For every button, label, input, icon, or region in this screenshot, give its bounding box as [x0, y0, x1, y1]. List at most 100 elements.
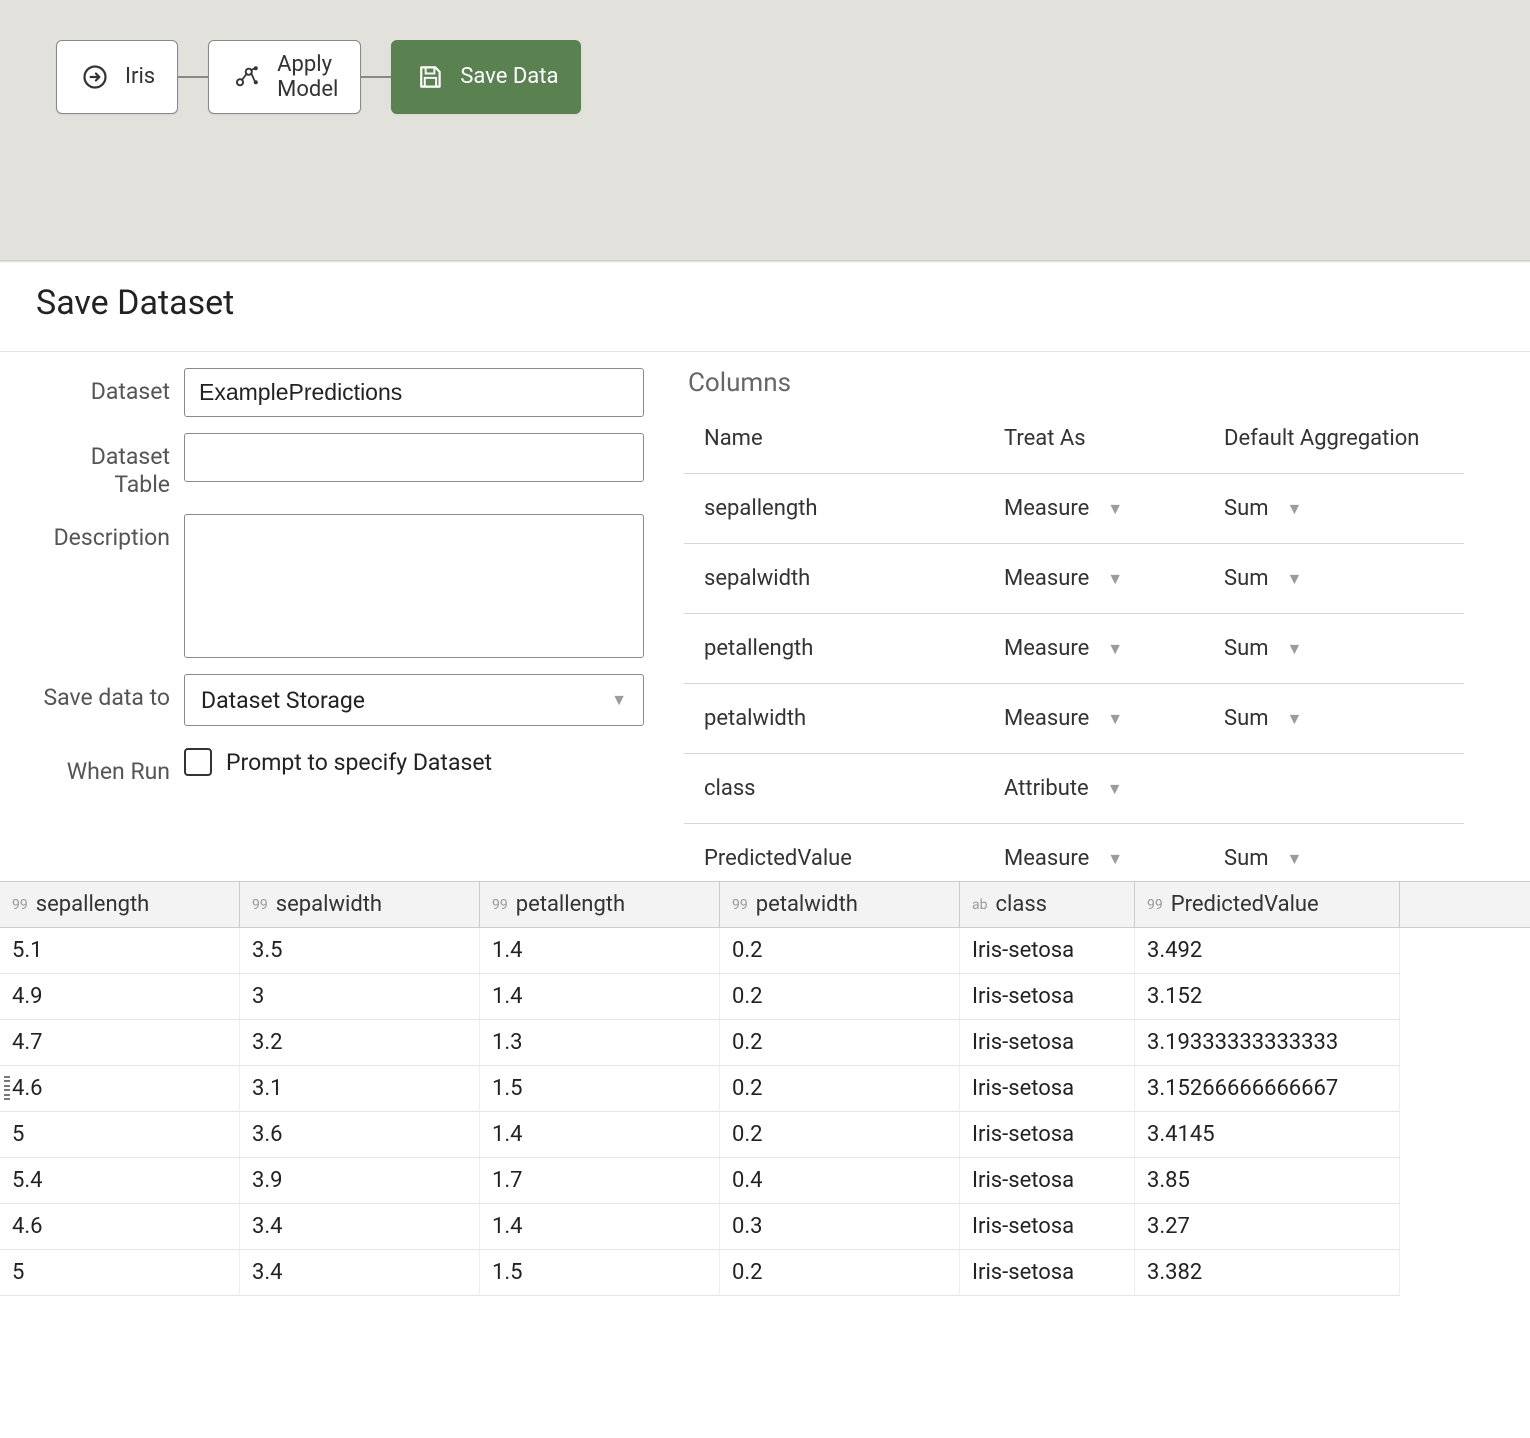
node-label: Iris	[125, 64, 155, 89]
column-treat-as-value: Measure	[1004, 566, 1089, 591]
grid-row: 4.63.41.40.3Iris-setosa3.27	[0, 1204, 1530, 1250]
grid-cell: 3.4145	[1135, 1112, 1400, 1158]
description-input[interactable]	[184, 514, 644, 658]
grid-cell: 1.4	[480, 928, 720, 974]
grid-header-name: petalwidth	[756, 892, 858, 917]
column-agg-select[interactable]: Sum▼	[1224, 846, 1484, 871]
prompt-checkbox[interactable]	[184, 748, 212, 776]
grid-cell: 4.6	[0, 1066, 240, 1112]
column-type-badge: 99	[252, 897, 268, 913]
dataset-label: Dataset	[14, 368, 170, 406]
column-type-badge: 99	[1147, 897, 1163, 913]
column-treat-as-select[interactable]: Measure ▼	[1004, 496, 1224, 521]
chevron-down-icon: ▼	[1286, 569, 1302, 589]
chevron-down-icon: ▼	[1107, 569, 1123, 589]
pipeline-node-save-data[interactable]: Save Data	[391, 40, 581, 114]
column-treat-as-value: Measure	[1004, 846, 1089, 871]
dataset-input[interactable]	[184, 368, 644, 417]
chevron-down-icon: ▼	[611, 690, 627, 710]
columns-section-title: Columns	[688, 368, 1530, 398]
graph-icon	[231, 61, 263, 93]
chevron-down-icon: ▼	[1107, 499, 1123, 519]
grid-row: 5.43.91.70.4Iris-setosa3.85	[0, 1158, 1530, 1204]
grid-cell: 1.4	[480, 1204, 720, 1250]
grid-cell: 3.2	[240, 1020, 480, 1066]
column-name: sepallength	[704, 496, 1004, 521]
grid-row: 53.61.40.2Iris-setosa3.4145	[0, 1112, 1530, 1158]
grid-cell: 0.2	[720, 1020, 960, 1066]
node-label: Apply Model	[277, 52, 338, 103]
column-agg-value: Sum	[1224, 636, 1268, 661]
grid-cell: 5.4	[0, 1158, 240, 1204]
panel-drag-handle[interactable]	[4, 1076, 10, 1100]
grid-cell: 1.5	[480, 1066, 720, 1112]
column-treat-as-value: Measure	[1004, 706, 1089, 731]
grid-cell: 0.4	[720, 1158, 960, 1204]
grid-cell: 0.2	[720, 974, 960, 1020]
column-treat-as-value: Measure	[1004, 496, 1089, 521]
column-config-row: sepalwidth Measure ▼ Sum ▼	[684, 543, 1464, 613]
grid-cell: 1.4	[480, 1112, 720, 1158]
data-preview-grid: 99sepallength99sepalwidth99petallength99…	[0, 881, 1530, 1296]
grid-header-cell[interactable]: 99PredictedValue	[1135, 882, 1400, 927]
grid-cell: 1.4	[480, 974, 720, 1020]
save-to-select[interactable]: Dataset Storage ▼	[184, 674, 644, 726]
pipeline-link	[361, 76, 391, 78]
grid-header-cell[interactable]: 99sepalwidth	[240, 882, 480, 927]
column-agg-select[interactable]: Sum ▼	[1224, 636, 1484, 661]
pipeline-canvas[interactable]: Iris Apply Model Save Data	[0, 0, 1530, 260]
grid-cell: 3.4	[240, 1204, 480, 1250]
column-agg-select[interactable]: Sum▼	[1224, 496, 1484, 521]
grid-cell: 1.5	[480, 1250, 720, 1296]
column-config-row: petallength Measure ▼ Sum ▼	[684, 613, 1464, 683]
column-treat-as-select[interactable]: Measure▼	[1004, 706, 1224, 731]
pipeline-node-apply-model[interactable]: Apply Model	[208, 40, 361, 114]
grid-header-name: petallength	[516, 892, 625, 917]
columns-header-agg: Default Aggregation	[1224, 426, 1484, 451]
column-type-badge: 99	[12, 897, 28, 913]
column-config-row: class Attribute▼	[684, 753, 1464, 823]
column-name: petalwidth	[704, 706, 1004, 731]
grid-cell: 5.1	[0, 928, 240, 974]
save-to-label: Save data to	[14, 674, 170, 712]
grid-cell: 5	[0, 1250, 240, 1296]
grid-cell: Iris-setosa	[960, 1020, 1135, 1066]
column-name: sepalwidth	[704, 566, 1004, 591]
dataset-table-input[interactable]	[184, 433, 644, 482]
save-icon	[414, 61, 446, 93]
grid-cell: 1.3	[480, 1020, 720, 1066]
grid-cell: 3.1	[240, 1066, 480, 1112]
grid-header-cell[interactable]: abclass	[960, 882, 1135, 927]
column-treat-as-value: Measure	[1004, 636, 1089, 661]
grid-cell: 3.152	[1135, 974, 1400, 1020]
column-treat-as-select[interactable]: Attribute▼	[1004, 776, 1224, 801]
grid-cell: 0.2	[720, 1112, 960, 1158]
grid-header-cell[interactable]: 99 petalwidth	[720, 882, 960, 927]
chevron-down-icon: ▼	[1107, 639, 1123, 659]
column-treat-as-select[interactable]: Measure ▼	[1004, 636, 1224, 661]
grid-cell: Iris-setosa	[960, 1112, 1135, 1158]
column-type-badge: 99	[492, 897, 508, 913]
grid-header-cell[interactable]: 99 petallength	[480, 882, 720, 927]
grid-row: 53.41.50.2Iris-setosa3.382	[0, 1250, 1530, 1296]
column-agg-select[interactable]: Sum ▼	[1224, 566, 1484, 591]
column-treat-as-select[interactable]: Measure▼	[1004, 846, 1224, 871]
grid-cell: Iris-setosa	[960, 1204, 1135, 1250]
save-to-value: Dataset Storage	[201, 687, 365, 714]
grid-header-cell[interactable]: 99sepallength	[0, 882, 240, 927]
grid-cell: Iris-setosa	[960, 1158, 1135, 1204]
column-type-badge: 99	[732, 897, 748, 913]
column-agg-select[interactable]: Sum▼	[1224, 706, 1484, 731]
grid-cell: 3.5	[240, 928, 480, 974]
column-treat-as-select[interactable]: Measure ▼	[1004, 566, 1224, 591]
column-name: petallength	[704, 636, 1004, 661]
column-config-row: petalwidth Measure▼ Sum▼	[684, 683, 1464, 753]
grid-cell: 0.2	[720, 1250, 960, 1296]
chevron-down-icon: ▼	[1286, 639, 1302, 659]
chevron-down-icon: ▼	[1286, 709, 1302, 729]
chevron-down-icon: ▼	[1286, 499, 1302, 519]
grid-header-name: class	[995, 892, 1047, 917]
column-agg-value: Sum	[1224, 566, 1268, 591]
grid-cell: 3	[240, 974, 480, 1020]
pipeline-node-iris[interactable]: Iris	[56, 40, 178, 114]
